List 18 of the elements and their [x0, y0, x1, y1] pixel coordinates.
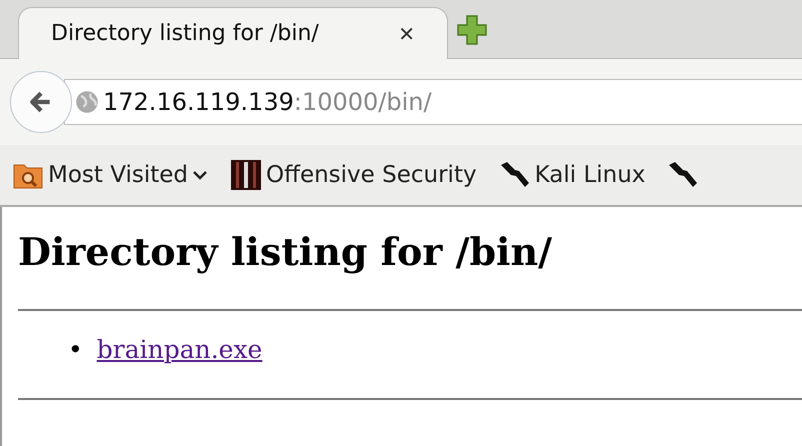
new-tab-icon[interactable]: [456, 14, 488, 46]
tab-title: Directory listing for /bin/: [51, 21, 319, 46]
bookmark-item[interactable]: Offensive Security: [230, 159, 477, 191]
bookmark-label: Kali Linux: [534, 162, 646, 188]
bookmark-item[interactable]: Most Visited: [12, 159, 208, 191]
address-bar[interactable]: 172.16.119.139:10000/bin/: [64, 79, 802, 125]
url-path: :10000/bin/: [294, 88, 432, 116]
url-host: 172.16.119.139: [103, 88, 294, 116]
file-link[interactable]: brainpan.exe: [96, 334, 262, 364]
bullet: •: [68, 334, 83, 364]
bookmark-label: Most Visited: [48, 162, 188, 188]
close-tab-button[interactable]: ✕: [398, 22, 415, 46]
globe-icon: [75, 90, 99, 114]
bookmark-item[interactable]: Kali Linux: [498, 159, 646, 191]
browser-tab[interactable]: Directory listing for /bin/ ✕: [18, 7, 448, 59]
bookmark-label: Offensive Security: [266, 162, 477, 188]
bookmark-icon: [230, 159, 262, 191]
page-heading: Directory listing for /bin/: [18, 228, 553, 275]
